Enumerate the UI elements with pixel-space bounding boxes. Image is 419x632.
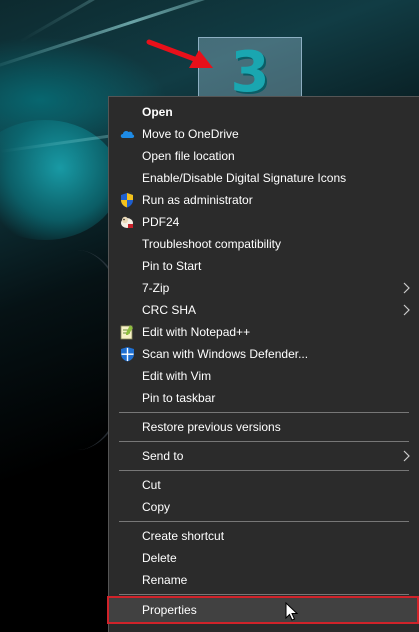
menu-item-open-file-location[interactable]: Open file location bbox=[109, 145, 419, 167]
menu-separator bbox=[119, 521, 409, 522]
menu-item-label: Enable/Disable Digital Signature Icons bbox=[142, 171, 347, 185]
menu-item-7-zip[interactable]: 7-Zip bbox=[109, 277, 419, 299]
menu-item-delete[interactable]: Delete bbox=[109, 547, 419, 569]
menu-item-scan-with-windows-defender[interactable]: Scan with Windows Defender... bbox=[109, 343, 419, 365]
menu-item-label: Pin to taskbar bbox=[142, 391, 216, 405]
menu-item-label: Properties bbox=[142, 603, 197, 617]
menu-item-run-as-administrator[interactable]: Run as administrator bbox=[109, 189, 419, 211]
menu-item-label: Troubleshoot compatibility bbox=[142, 237, 281, 251]
menu-separator bbox=[119, 412, 409, 413]
menu-item-pin-to-start[interactable]: Pin to Start bbox=[109, 255, 419, 277]
menu-item-label: Open file location bbox=[142, 149, 235, 163]
menu-item-create-shortcut[interactable]: Create shortcut bbox=[109, 525, 419, 547]
menu-item-label: Send to bbox=[142, 449, 184, 463]
menu-item-label: Move to OneDrive bbox=[142, 127, 239, 141]
menu-item-rename[interactable]: Rename bbox=[109, 569, 419, 591]
red-arrow-annotation bbox=[146, 39, 213, 68]
menu-item-troubleshoot-compatibility[interactable]: Troubleshoot compatibility bbox=[109, 233, 419, 255]
mouse-cursor-icon bbox=[285, 602, 299, 621]
menu-item-label: Pin to Start bbox=[142, 259, 202, 273]
menu-item-label: PDF24 bbox=[142, 215, 180, 229]
menu-item-crc-sha[interactable]: CRC SHA bbox=[109, 299, 419, 321]
menu-separator bbox=[119, 594, 409, 595]
chevron-right-icon bbox=[403, 450, 410, 462]
menu-item-label: Edit with Notepad++ bbox=[142, 325, 251, 339]
menu-item-open[interactable]: Open bbox=[109, 101, 419, 123]
menu-item-cut[interactable]: Cut bbox=[109, 474, 419, 496]
chevron-right-icon bbox=[403, 282, 410, 294]
menu-item-label: CRC SHA bbox=[142, 303, 197, 317]
windows-defender-icon bbox=[119, 346, 135, 362]
menu-item-copy[interactable]: Copy bbox=[109, 496, 419, 518]
menu-item-label: Edit with Vim bbox=[142, 369, 212, 383]
menu-item-digital-signature-icons[interactable]: Enable/Disable Digital Signature Icons bbox=[109, 167, 419, 189]
menu-item-label: Delete bbox=[142, 551, 177, 565]
chevron-right-icon bbox=[403, 304, 410, 316]
onedrive-cloud-icon bbox=[119, 126, 135, 142]
context-menu: Open Move to OneDrive Open file location… bbox=[107, 96, 419, 632]
menu-item-pin-to-taskbar[interactable]: Pin to taskbar bbox=[109, 387, 419, 409]
menu-item-label: Copy bbox=[142, 500, 171, 514]
menu-item-pdf24[interactable]: PDF24 bbox=[109, 211, 419, 233]
menu-item-send-to[interactable]: Send to bbox=[109, 445, 419, 467]
menu-item-label: Rename bbox=[142, 573, 188, 587]
uac-shield-icon bbox=[119, 192, 135, 208]
menu-item-label: Cut bbox=[142, 478, 161, 492]
menu-item-label: 7-Zip bbox=[142, 281, 170, 295]
menu-separator bbox=[119, 441, 409, 442]
menu-item-edit-with-vim[interactable]: Edit with Vim bbox=[109, 365, 419, 387]
menu-item-label: Scan with Windows Defender... bbox=[142, 347, 309, 361]
menu-item-restore-previous-versions[interactable]: Restore previous versions bbox=[109, 416, 419, 438]
menu-separator bbox=[119, 470, 409, 471]
menu-item-label: Create shortcut bbox=[142, 529, 225, 543]
menu-item-label: Restore previous versions bbox=[142, 420, 281, 434]
menu-item-move-to-onedrive[interactable]: Move to OneDrive bbox=[109, 123, 419, 145]
menu-item-label: Run as administrator bbox=[142, 193, 253, 207]
menu-item-properties[interactable]: Properties bbox=[107, 596, 419, 624]
notepadpp-icon bbox=[119, 324, 135, 340]
3ds-max-icon: 3 bbox=[230, 40, 270, 103]
pdf24-sheep-icon bbox=[119, 214, 135, 230]
menu-item-label: Open bbox=[142, 105, 173, 119]
menu-item-edit-with-notepadpp[interactable]: Edit with Notepad++ bbox=[109, 321, 419, 343]
